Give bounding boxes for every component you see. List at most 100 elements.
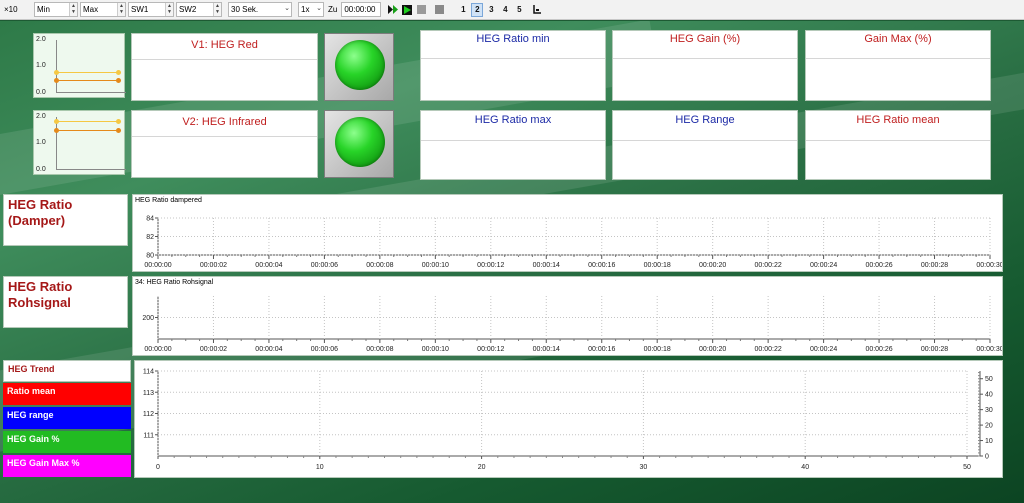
y-tick-label: 80	[146, 253, 154, 260]
trend-item-ratio-mean[interactable]: Ratio mean	[3, 383, 131, 405]
min-spinner-icon[interactable]: ▲ ▼	[69, 3, 77, 16]
pause-icon[interactable]	[415, 4, 427, 16]
x-tick-label: 00:00:14	[533, 346, 560, 353]
duration-select-value: 30 Sek.	[231, 5, 259, 14]
x-tick-label: 20	[478, 464, 486, 471]
x-tick-label: 00:00:22	[755, 346, 782, 353]
speed-select[interactable]: 1x ⌄	[298, 2, 324, 17]
damper-chart: 00:00:00 00:00:02 00:00:04 00:00:06 00:00:08…	[144, 216, 1002, 270]
ratio-max-title: HEG Ratio max	[421, 111, 605, 141]
raw-label-panel: HEG Ratio Rohsignal	[3, 276, 128, 328]
x-tick-label: 00:00:30	[976, 346, 1002, 353]
x-tick-label: 00:00:08	[366, 346, 393, 353]
ratio-min-panel: HEG Ratio min	[420, 30, 606, 101]
sw1-spinner-icon[interactable]: ▲ ▼	[165, 3, 173, 16]
x-tick-label: 00:00:16	[588, 346, 615, 353]
x-tick-label: 00:00:08	[366, 262, 393, 269]
mini-tick: 2.0	[36, 36, 46, 43]
zu-label: Zu	[328, 5, 338, 14]
v2-title: V2: HEG Infrared	[132, 111, 317, 137]
raw-chart-panel: 34: HEG Ratio Rohsignal 00:00:00 00:00:02…	[132, 276, 1003, 356]
trend-item-heg-range[interactable]: HEG range	[3, 407, 131, 429]
sw2-select[interactable]: SW2 ▲ ▼	[176, 2, 222, 17]
ratio-mean-panel: HEG Ratio mean	[805, 110, 991, 180]
trend-item-label: HEG Gain %	[7, 434, 60, 444]
x-tick-label: 00:00:04	[255, 262, 282, 269]
v2-mini-chart: 2.0 1.0 0.0	[33, 110, 126, 175]
x-tick-label: 00:00:18	[644, 262, 671, 269]
min-select[interactable]: Min ▲ ▼	[34, 2, 78, 17]
x-tick-label: 0	[156, 464, 160, 471]
sw1-select-value: SW1	[131, 5, 149, 14]
range-title: HEG Range	[613, 111, 797, 141]
trend-item-heg-gain[interactable]: HEG Gain %	[3, 431, 131, 453]
v2-status-led-icon	[335, 117, 385, 167]
x-tick-label: 00:00:28	[921, 346, 948, 353]
trend-legend: HEG Trend Ratio mean HEG range HEG Gain …	[3, 360, 131, 480]
page-5-tab[interactable]: 5	[513, 3, 525, 17]
x-tick-label: 00:00:02	[200, 262, 227, 269]
mini-tick: 1.0	[36, 62, 46, 69]
y-tick-label: 112	[143, 411, 154, 418]
mini-y-axis	[56, 117, 57, 169]
skip-icon[interactable]	[387, 4, 399, 16]
gain-max-title: Gain Max (%)	[806, 31, 990, 59]
y-tick-label: 84	[146, 216, 154, 223]
stop-icon[interactable]	[433, 4, 445, 16]
x-tick-label: 00:00:20	[699, 262, 726, 269]
ratio-max-panel: HEG Ratio max	[420, 110, 606, 180]
range-panel: HEG Range	[612, 110, 798, 180]
page-3-tab[interactable]: 3	[485, 3, 497, 17]
page-1-tab[interactable]: 1	[457, 3, 469, 17]
y2-tick-label: 20	[985, 423, 993, 430]
raw-chart: 00:00:00 00:00:02 00:00:04 00:00:06 00:00:08…	[142, 296, 1002, 353]
toolbar: ×10 Min ▲ ▼ Max ▲ ▼ SW1 ▲ ▼ SW2 ▲ ▼ 30 Sek. …	[0, 0, 1024, 20]
mini-tick: 0.0	[36, 166, 46, 173]
damper-chart-panel: HEG Ratio dampered 00:00:00 00:00:02 00:00…	[132, 194, 1003, 272]
speed-select-value: 1x	[301, 5, 310, 14]
sw1-select[interactable]: SW1 ▲ ▼	[128, 2, 174, 17]
page-4-tab[interactable]: 4	[499, 3, 511, 17]
mini-max-dot	[116, 119, 121, 124]
max-select[interactable]: Max ▲ ▼	[80, 2, 126, 17]
y2-tick-label: 0	[985, 454, 989, 461]
mini-min-dot	[54, 128, 59, 133]
max-spinner-icon[interactable]: ▲ ▼	[117, 3, 125, 16]
trend-item-label: HEG Gain Max %	[7, 458, 80, 468]
mini-x-axis	[56, 169, 126, 170]
chevron-down-icon: ⌄	[284, 5, 290, 12]
chevron-down-icon: ⌄	[316, 5, 322, 12]
mini-max-line	[57, 121, 121, 122]
ratio-mean-title: HEG Ratio mean	[806, 111, 990, 141]
trend-title-text: HEG Trend	[8, 364, 55, 374]
x-tick-label: 00:00:02	[200, 346, 227, 353]
play-icon[interactable]	[401, 4, 413, 16]
mini-tick: 0.0	[36, 89, 46, 96]
scale-x10-button[interactable]: ×10	[2, 5, 32, 14]
duration-select[interactable]: 30 Sek. ⌄	[228, 2, 292, 17]
layout-icon[interactable]	[531, 4, 543, 16]
trend-chart-panel: 0 10 20 30 40 50 114 113 112 111 50 40 30 20 10 0	[134, 360, 1003, 478]
v1-title: V1: HEG Red	[132, 34, 317, 60]
mini-min-line	[57, 130, 121, 131]
x-tick-label: 00:00:06	[311, 346, 338, 353]
v2-status-led-panel	[324, 110, 394, 178]
y-tick-label: 82	[146, 234, 154, 241]
time-input[interactable]: 00:00:00	[341, 2, 382, 17]
x-tick-label: 30	[640, 464, 648, 471]
x-tick-label: 10	[316, 464, 324, 471]
page-2-tab[interactable]: 2	[471, 2, 484, 17]
x-tick-label: 00:00:10	[422, 262, 449, 269]
x-tick-label: 00:00:26	[865, 346, 892, 353]
x-tick-label: 00:00:22	[755, 262, 782, 269]
trend-chart: 0 10 20 30 40 50 114 113 112 111 50 40 30 20 10 0	[143, 369, 993, 472]
x-tick-label: 00:00:20	[699, 346, 726, 353]
x-tick-label: 00:00:16	[588, 262, 615, 269]
mini-x-axis	[56, 92, 126, 93]
mini-y-axis	[56, 40, 57, 92]
x-tick-label: 00:00:12	[477, 346, 504, 353]
x-tick-label: 00:00:00	[144, 346, 171, 353]
trend-item-heg-gain-max[interactable]: HEG Gain Max %	[3, 455, 131, 477]
sw2-spinner-icon[interactable]: ▲ ▼	[213, 3, 221, 16]
y-tick-label: 111	[143, 432, 154, 439]
